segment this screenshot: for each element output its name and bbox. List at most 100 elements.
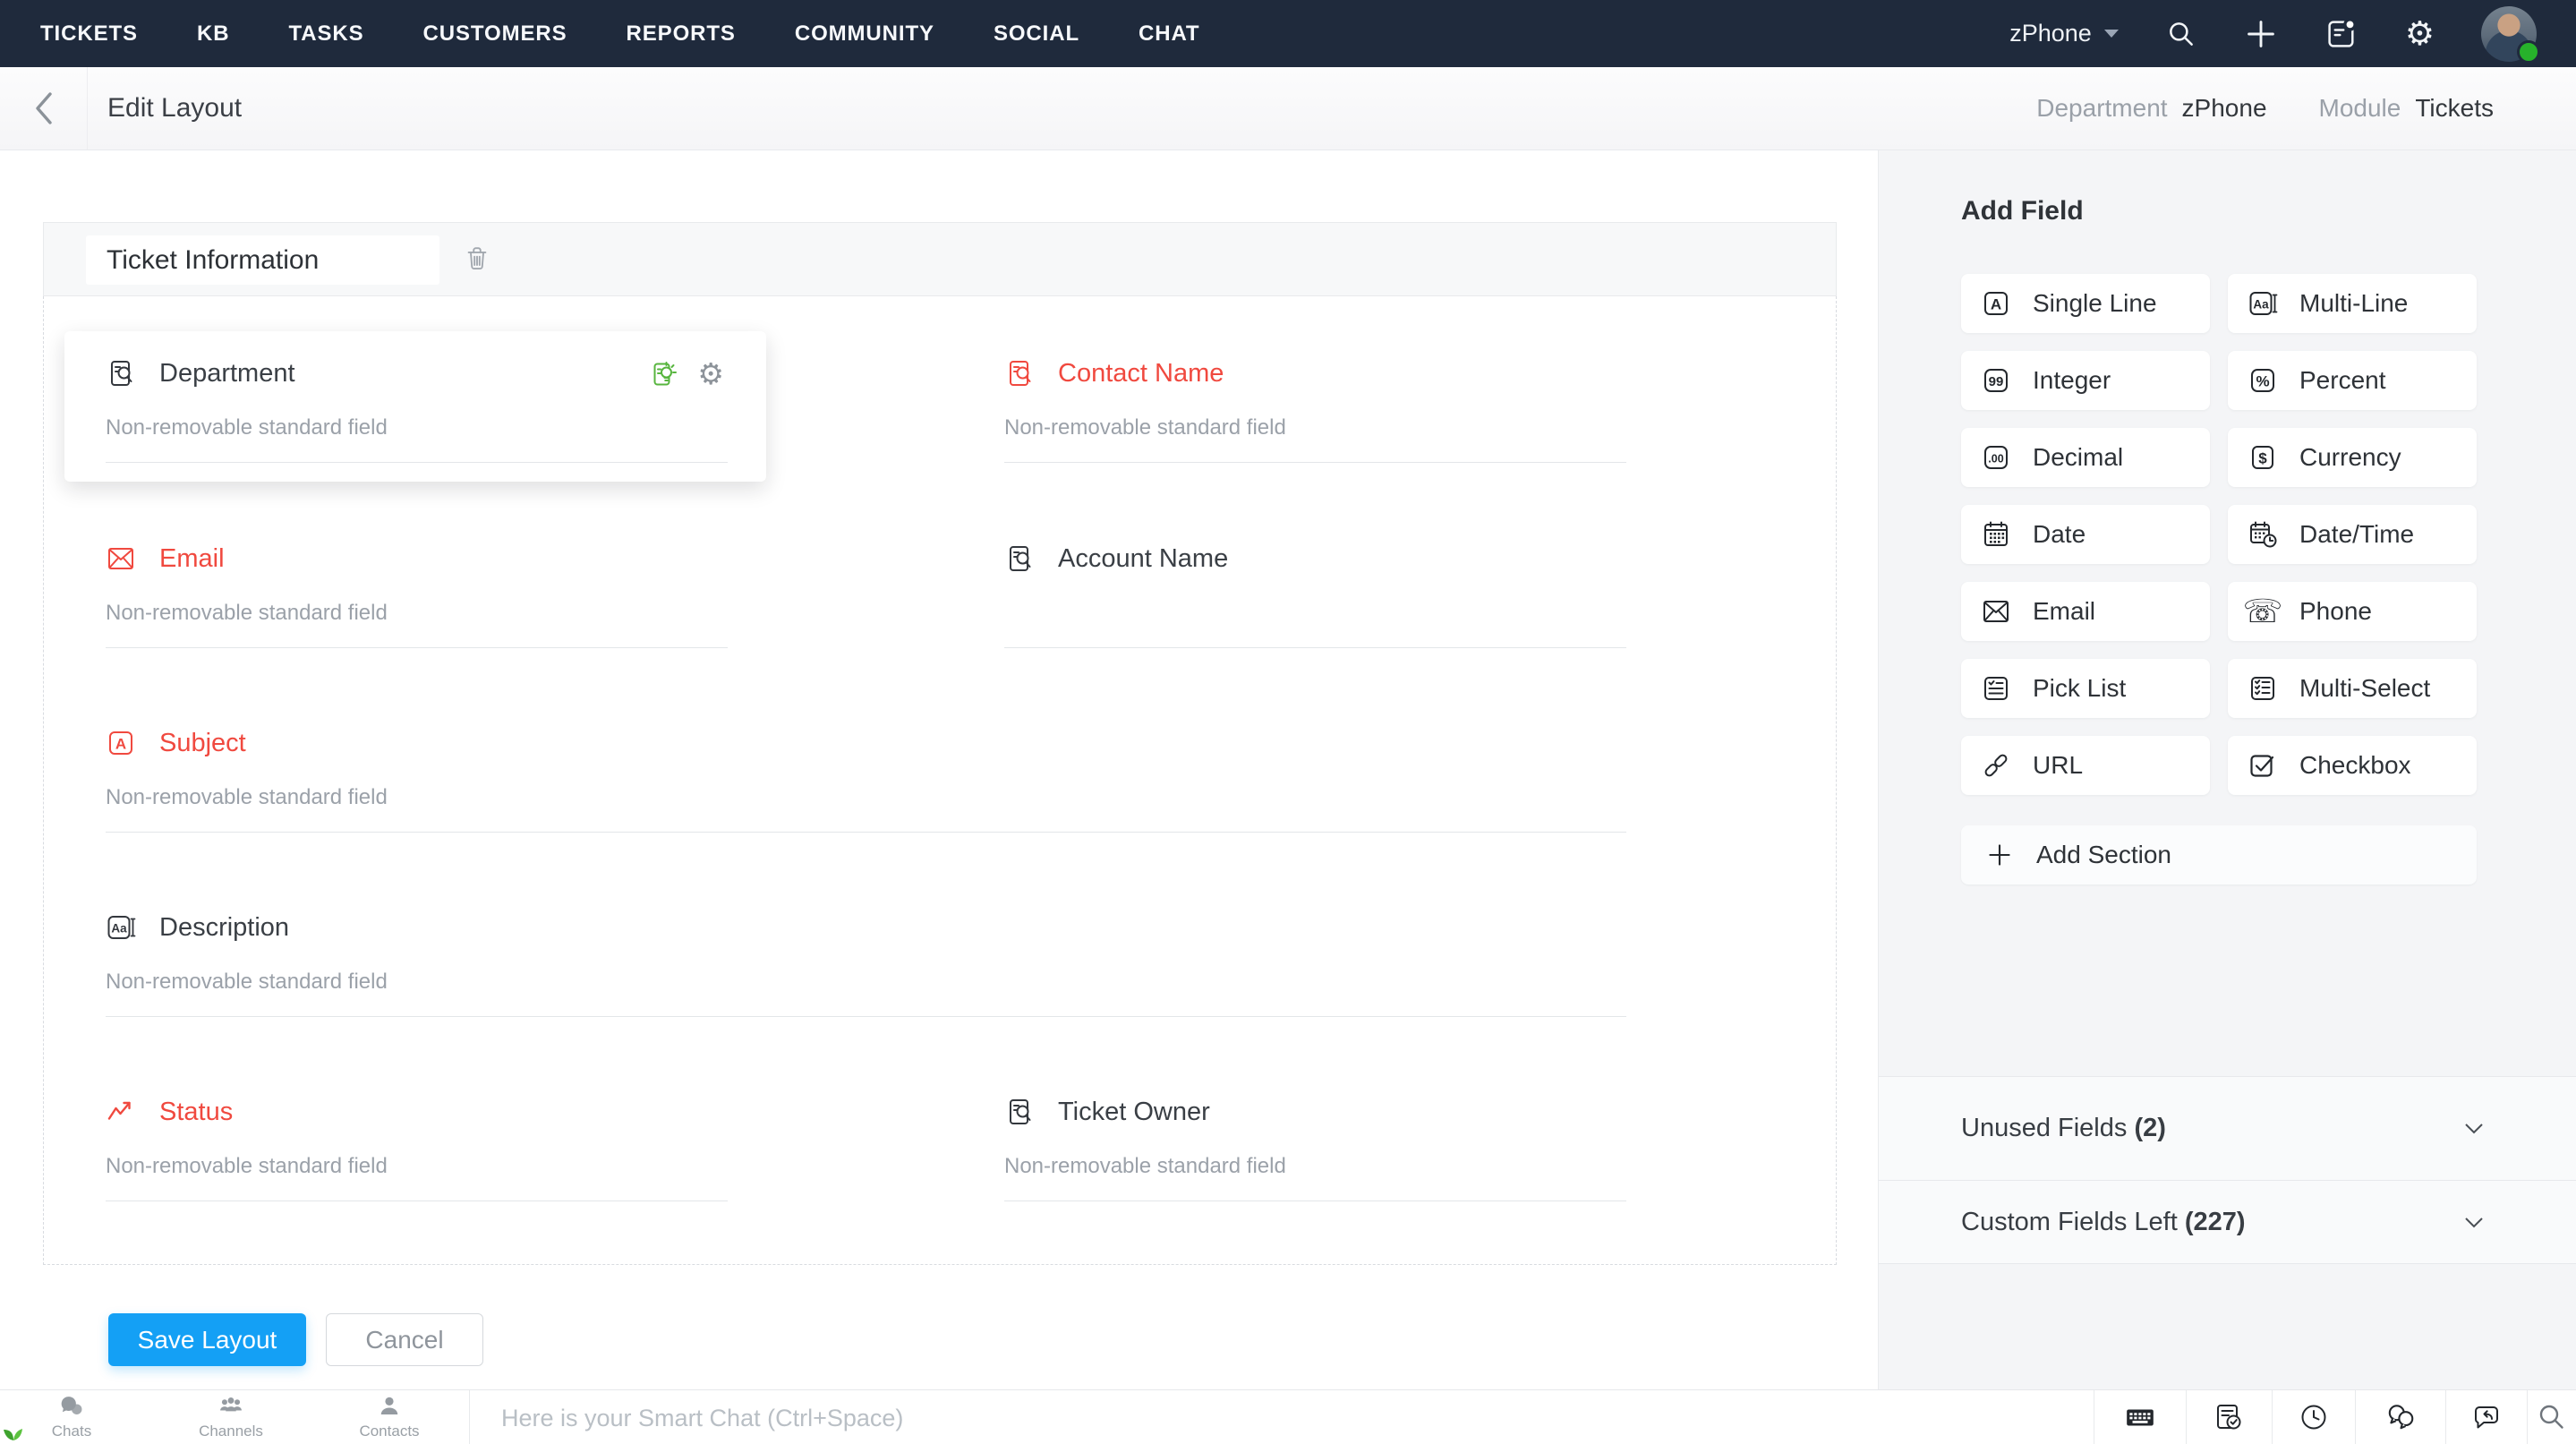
department-selector[interactable]: zPhone (2009, 20, 2119, 47)
back-button[interactable] (0, 67, 88, 150)
button-label: Integer (2033, 366, 2111, 395)
field-label: Department (159, 359, 295, 389)
plant-icon (2, 1419, 25, 1442)
field-department[interactable]: Department Non-removable standard field … (106, 333, 728, 463)
field-underline (1004, 462, 1626, 463)
chevron-down-icon (2464, 1217, 2484, 1228)
svg-text:%: % (2256, 373, 2269, 390)
single-line-icon: A (106, 728, 136, 758)
field-description: Non-removable standard field (106, 601, 728, 626)
add-section-button[interactable]: Add Section (1961, 825, 2477, 884)
field-description: Non-removable standard field (106, 970, 1626, 995)
field-account-name[interactable]: Account Name (1004, 518, 1626, 648)
integer-icon: 99 (1979, 365, 2013, 396)
keyboard-shortcuts-icon[interactable] (2094, 1390, 2186, 1444)
conversations-icon[interactable] (2355, 1390, 2445, 1444)
channels-label: Channels (199, 1423, 263, 1440)
lookup-icon (1004, 543, 1035, 574)
field-underline (106, 1200, 728, 1201)
save-layout-button[interactable]: Save Layout (108, 1313, 306, 1366)
add-field-currency[interactable]: $ Currency (2228, 428, 2477, 487)
field-description: Non-removable standard field (106, 415, 728, 440)
add-field-date[interactable]: Date (1961, 505, 2210, 564)
search-icon[interactable] (2527, 1390, 2576, 1444)
add-field-pick-list[interactable]: Pick List (1961, 659, 2210, 718)
smart-chat-bar: Chats Channels Contacts (0, 1389, 2576, 1444)
field-underline (106, 832, 1626, 833)
field-subject[interactable]: A Subject Non-removable standard field (106, 703, 1626, 833)
nav-social[interactable]: SOCIAL (994, 21, 1079, 47)
field-description-field[interactable]: Aa Description Non-removable standard fi… (106, 887, 1626, 1017)
nav-community[interactable]: COMMUNITY (795, 21, 934, 47)
notifications-icon[interactable] (2324, 17, 2358, 51)
section-title-input[interactable]: Ticket Information (86, 235, 439, 285)
add-field-phone[interactable]: ☏ Phone (2228, 582, 2477, 641)
unused-fields-accordion[interactable]: Unused Fields (2) (1879, 1076, 2576, 1180)
datetime-icon (2246, 519, 2280, 550)
add-field-multi-line[interactable]: Aa Multi-Line (2228, 274, 2477, 333)
field-contact-name[interactable]: Contact Name Non-removable standard fiel… (1004, 333, 1626, 463)
svg-text:99: 99 (1989, 374, 2004, 389)
contacts-tab[interactable]: Contacts (336, 1390, 443, 1444)
nav-tickets[interactable]: TICKETS (40, 21, 138, 47)
cancel-button[interactable]: Cancel (326, 1313, 483, 1366)
lookup-icon (1004, 358, 1035, 389)
svg-text:A: A (1991, 296, 2001, 313)
nav-kb[interactable]: KB (197, 21, 229, 47)
divider (469, 1390, 470, 1444)
svg-text:.00: .00 (1988, 453, 2003, 466)
field-label: Account Name (1058, 544, 1228, 574)
search-icon[interactable] (2165, 18, 2197, 50)
add-field-email[interactable]: Email (1961, 582, 2210, 641)
field-ticket-owner[interactable]: Ticket Owner Non-removable standard fiel… (1004, 1072, 1626, 1201)
add-field-single-line[interactable]: A Single Line (1961, 274, 2210, 333)
add-field-datetime[interactable]: Date/Time (2228, 505, 2477, 564)
online-status-dot (2517, 40, 2540, 64)
add-field-percent[interactable]: % Percent (2228, 351, 2477, 410)
field-gear-icon[interactable]: ⚙ (697, 359, 724, 389)
avatar[interactable] (2481, 6, 2537, 62)
chevron-down-icon (2464, 1123, 2484, 1134)
button-label: Multi-Line (2299, 289, 2408, 318)
field-description: Non-removable standard field (1004, 1154, 1626, 1179)
add-field-url[interactable]: URL (1961, 736, 2210, 795)
field-status[interactable]: Status Non-removable standard field (106, 1072, 728, 1201)
department-selector-label: zPhone (2009, 20, 2092, 47)
svg-text:$: $ (2258, 450, 2267, 467)
custom-fields-left-accordion[interactable]: Custom Fields Left (227) (1879, 1180, 2576, 1264)
button-label: Currency (2299, 443, 2401, 472)
channels-tab[interactable]: Channels (177, 1390, 285, 1444)
percent-icon: % (2246, 365, 2280, 396)
email-icon (1979, 596, 2013, 627)
header-context: Department zPhone Module Tickets (2036, 67, 2494, 150)
plus-icon (1983, 842, 2017, 868)
reply-bubble-icon[interactable] (2445, 1390, 2527, 1444)
add-field-multi-select[interactable]: Multi-Select (2228, 659, 2477, 718)
multi-select-icon (2246, 673, 2280, 704)
unused-fields-label: Unused Fields (1961, 1114, 2127, 1142)
nav-tasks[interactable]: TASKS (288, 21, 363, 47)
add-field-decimal[interactable]: .00 Decimal (1961, 428, 2210, 487)
svg-text:Aa: Aa (111, 922, 127, 936)
gear-icon[interactable]: ⚙ (2405, 17, 2435, 50)
tasks-done-icon[interactable] (2186, 1390, 2272, 1444)
section-header: Ticket Information (43, 222, 1837, 296)
nav-customers[interactable]: CUSTOMERS (423, 21, 567, 47)
button-label: Multi-Select (2299, 674, 2430, 703)
smart-chat-input[interactable] (489, 1390, 2043, 1444)
field-label: Status (159, 1098, 233, 1127)
add-field-checkbox[interactable]: Checkbox (2228, 736, 2477, 795)
add-field-grid: A Single Line Aa Multi-Line 99 (1961, 274, 2477, 795)
add-section-label: Add Section (2036, 841, 2171, 869)
trash-icon[interactable] (463, 244, 491, 273)
nav-chat[interactable]: CHAT (1139, 21, 1199, 47)
field-email[interactable]: Email Non-removable standard field (106, 518, 728, 648)
zia-suggestion-icon[interactable] (649, 358, 679, 389)
department-label: Department (2036, 94, 2167, 123)
nav-reports[interactable]: REPORTS (627, 21, 736, 47)
add-icon[interactable] (2244, 17, 2278, 51)
add-field-integer[interactable]: 99 Integer (1961, 351, 2210, 410)
chats-tab[interactable]: Chats (18, 1390, 125, 1444)
single-line-icon: A (1979, 288, 2013, 319)
history-clock-icon[interactable] (2272, 1390, 2355, 1444)
